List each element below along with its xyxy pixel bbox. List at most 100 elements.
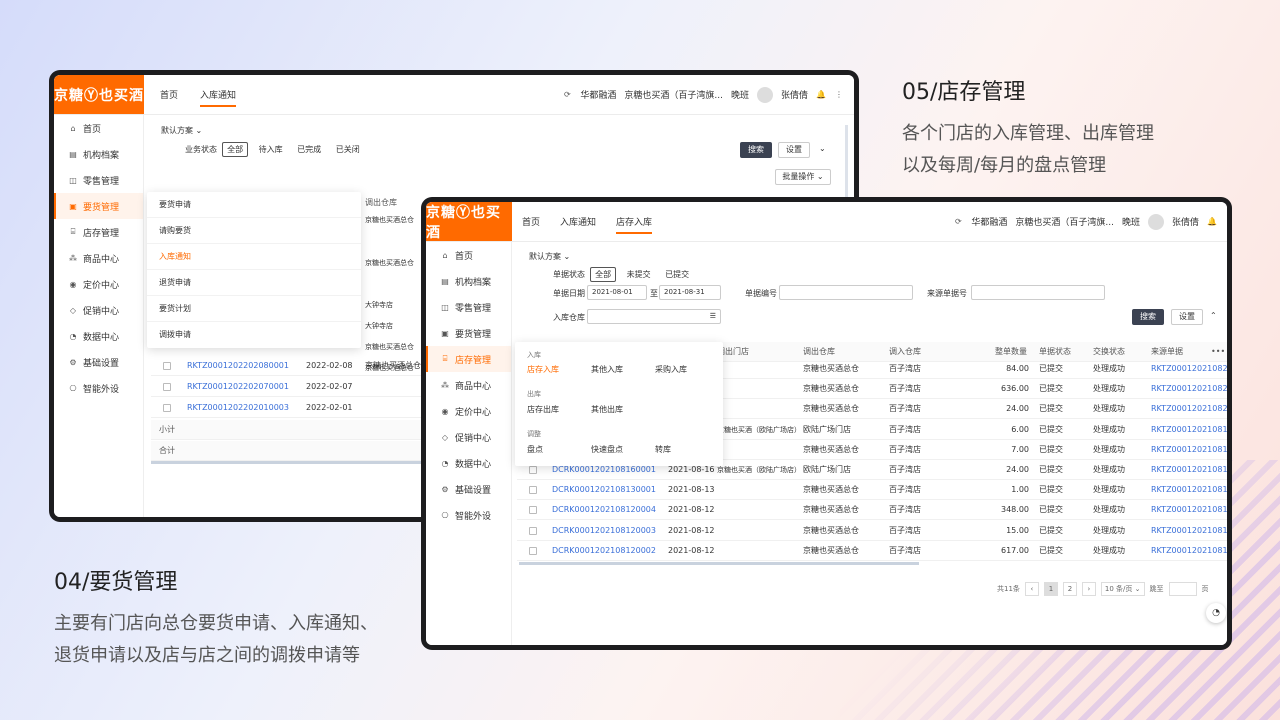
tab-home[interactable]: 首页 [522, 202, 540, 241]
sidebar-item-home[interactable]: ⌂ 首页 [426, 242, 511, 268]
warehouse-picker[interactable]: ☰ [587, 309, 721, 324]
next-page-button[interactable]: › [1081, 582, 1096, 596]
shift-name[interactable]: 晚班 [731, 88, 749, 101]
tab-inbound-notice[interactable]: 入库通知 [200, 75, 237, 114]
menu-item-purchase-inbound[interactable]: 采购入库 [655, 364, 687, 375]
row-checkbox[interactable] [529, 465, 537, 474]
sidebar-item-pricing[interactable]: ◉ 定价中心 [426, 398, 511, 424]
row-checkbox[interactable] [529, 546, 537, 555]
doc-number-link[interactable]: DCRK0001202108130001 [552, 485, 656, 494]
menu-item-stocktake[interactable]: 盘点 [527, 444, 543, 455]
sidebar-item-devices[interactable]: ⎔ 智能外设 [426, 502, 511, 528]
chip-all[interactable]: 全部 [590, 267, 617, 282]
shop-name[interactable]: 京糖也买酒（百子湾旗... [1015, 215, 1114, 228]
sidebar-item-home[interactable]: ⌂ 首页 [54, 115, 143, 141]
source-doc-link[interactable]: RKTZ000120210817 [1151, 425, 1227, 434]
search-button[interactable]: 搜索 [1132, 309, 1164, 325]
menu-item-inbound-notice[interactable]: 入库通知 [147, 244, 361, 270]
chip-pending[interactable]: 待入库 [255, 143, 287, 156]
scheme-select[interactable]: 默认方案 ⌄ [529, 251, 570, 262]
sidebar-item-store[interactable]: ⌸ 店存管理 [426, 346, 511, 372]
prev-page-button[interactable]: ‹ [1024, 582, 1039, 596]
date-to-input[interactable]: 2021-08-31 [659, 285, 721, 300]
assistant-float-icon[interactable]: ◔ [1206, 603, 1226, 623]
sidebar-item-goods[interactable]: ⁂ 商品中心 [426, 372, 511, 398]
page-size-select[interactable]: 10 条/页 ⌄ [1100, 582, 1145, 596]
chip-all[interactable]: 全部 [222, 142, 249, 157]
source-doc-link[interactable]: RKTZ000120210826 [1151, 364, 1227, 373]
more-icon[interactable]: ••• [1211, 347, 1225, 356]
table-row[interactable]: RKTZ0001202202080001 2022-02-08 京糖也买酒总仓 [151, 356, 464, 376]
sidebar-item-retail[interactable]: ◫ 零售管理 [54, 167, 143, 193]
source-doc-link[interactable]: RKTZ000120210812 [1151, 526, 1227, 535]
sidebar-item-data[interactable]: ◔ 数据中心 [54, 323, 143, 349]
source-doc-link[interactable]: RKTZ000120210816 [1151, 445, 1227, 454]
menu-item-plan[interactable]: 要货计划 [147, 296, 361, 322]
source-doc-link[interactable]: RKTZ000120210812 [1151, 546, 1227, 555]
bell-icon[interactable]: 🔔 [816, 90, 826, 100]
row-checkbox[interactable] [529, 526, 537, 535]
menu-item-return[interactable]: 退货申请 [147, 270, 361, 296]
sidebar-item-requisition[interactable]: ▣ 要货管理 [54, 193, 143, 219]
batch-button[interactable]: 批量操作 ⌄ [775, 169, 831, 185]
menu-item-transfer[interactable]: 调拨申请 [147, 322, 361, 348]
sidebar-item-settings[interactable]: ⚙ 基础设置 [426, 476, 511, 502]
row-checkbox[interactable] [529, 485, 537, 494]
user-name[interactable]: 张倩倩 [1172, 215, 1199, 228]
goto-page-input[interactable] [1168, 582, 1197, 596]
sidebar-item-settings[interactable]: ⚙ 基础设置 [54, 349, 143, 375]
chip-submitted[interactable]: 已提交 [661, 268, 693, 281]
sidebar-item-pricing[interactable]: ◉ 定价中心 [54, 271, 143, 297]
sidebar-item-org[interactable]: ▤ 机构档案 [426, 268, 511, 294]
menu-item-other-outbound[interactable]: 其他出库 [591, 404, 623, 415]
doc-number-link[interactable]: RKTZ0001202202080001 [187, 361, 289, 370]
chip-unsubmitted[interactable]: 未提交 [623, 268, 655, 281]
doc-number-link[interactable]: DCRK0001202108120003 [552, 526, 656, 535]
sidebar-item-promo[interactable]: ◇ 促销中心 [54, 297, 143, 323]
source-number-input[interactable] [971, 285, 1105, 300]
avatar[interactable] [756, 86, 773, 103]
menu-item-purchase-request[interactable]: 请购要货 [147, 218, 361, 244]
doc-number-link[interactable]: DCRK0001202108120002 [552, 546, 656, 555]
refresh-icon[interactable]: ⟳ [953, 217, 963, 227]
avatar[interactable] [1147, 213, 1164, 230]
user-name[interactable]: 张倩倩 [781, 88, 808, 101]
source-doc-link[interactable]: RKTZ000120210820 [1151, 404, 1227, 413]
doc-number-link[interactable]: RKTZ0001202202070001 [187, 382, 289, 391]
row-checkbox[interactable] [163, 403, 171, 412]
sidebar-item-requisition[interactable]: ▣ 要货管理 [426, 320, 511, 346]
org-name[interactable]: 华都融酒 [971, 215, 1007, 228]
sidebar-item-goods[interactable]: ⁂ 商品中心 [54, 245, 143, 271]
source-doc-link[interactable]: RKTZ000120210816 [1151, 465, 1227, 474]
doc-number-input[interactable] [779, 285, 913, 300]
scheme-select[interactable]: 默认方案 ⌄ [161, 125, 202, 136]
menu-item-store-inbound[interactable]: 店存入库 [527, 364, 559, 375]
table-row[interactable]: RKTZ0001202202070001 2022-02-07 [151, 377, 464, 397]
row-checkbox[interactable] [163, 382, 171, 391]
source-doc-link[interactable]: RKTZ000120210825 [1151, 384, 1227, 393]
doc-number-link[interactable]: RKTZ0001202202010003 [187, 403, 289, 412]
org-name[interactable]: 华都融酒 [580, 88, 616, 101]
row-checkbox[interactable] [163, 361, 171, 370]
table-row[interactable]: DCRK0001202108120003 2021-08-12 京糖也买酒总仓 … [517, 521, 1227, 541]
horizontal-scrollbar[interactable] [519, 562, 919, 565]
sidebar-item-devices[interactable]: ⎔ 智能外设 [54, 375, 143, 401]
settings-button[interactable]: 设置 [778, 142, 810, 158]
settings-button[interactable]: 设置 [1171, 309, 1203, 325]
doc-number-link[interactable]: DCRK0001202108160001 [552, 465, 656, 474]
sidebar-item-data[interactable]: ◔ 数据中心 [426, 450, 511, 476]
doc-number-link[interactable]: DCRK0001202108120004 [552, 505, 656, 514]
menu-item-requisition[interactable]: 要货申请 [147, 192, 361, 218]
menu-item-transfer-warehouse[interactable]: 转库 [655, 444, 671, 455]
date-from-input[interactable]: 2021-08-01 [587, 285, 647, 300]
row-checkbox[interactable] [529, 505, 537, 514]
source-doc-link[interactable]: RKTZ000120210812 [1151, 505, 1227, 514]
menu-item-other-inbound[interactable]: 其他入库 [591, 364, 623, 375]
table-row[interactable]: RKTZ0001202202010003 2022-02-01 [151, 398, 464, 418]
page-button[interactable]: 1 [1043, 582, 1058, 596]
tab-home[interactable]: 首页 [160, 75, 178, 114]
tab-inbound-notice[interactable]: 入库通知 [560, 202, 596, 241]
chip-closed[interactable]: 已关闭 [332, 143, 364, 156]
collapse-icon[interactable]: ⌄ [819, 144, 826, 153]
shift-name[interactable]: 晚班 [1122, 215, 1140, 228]
